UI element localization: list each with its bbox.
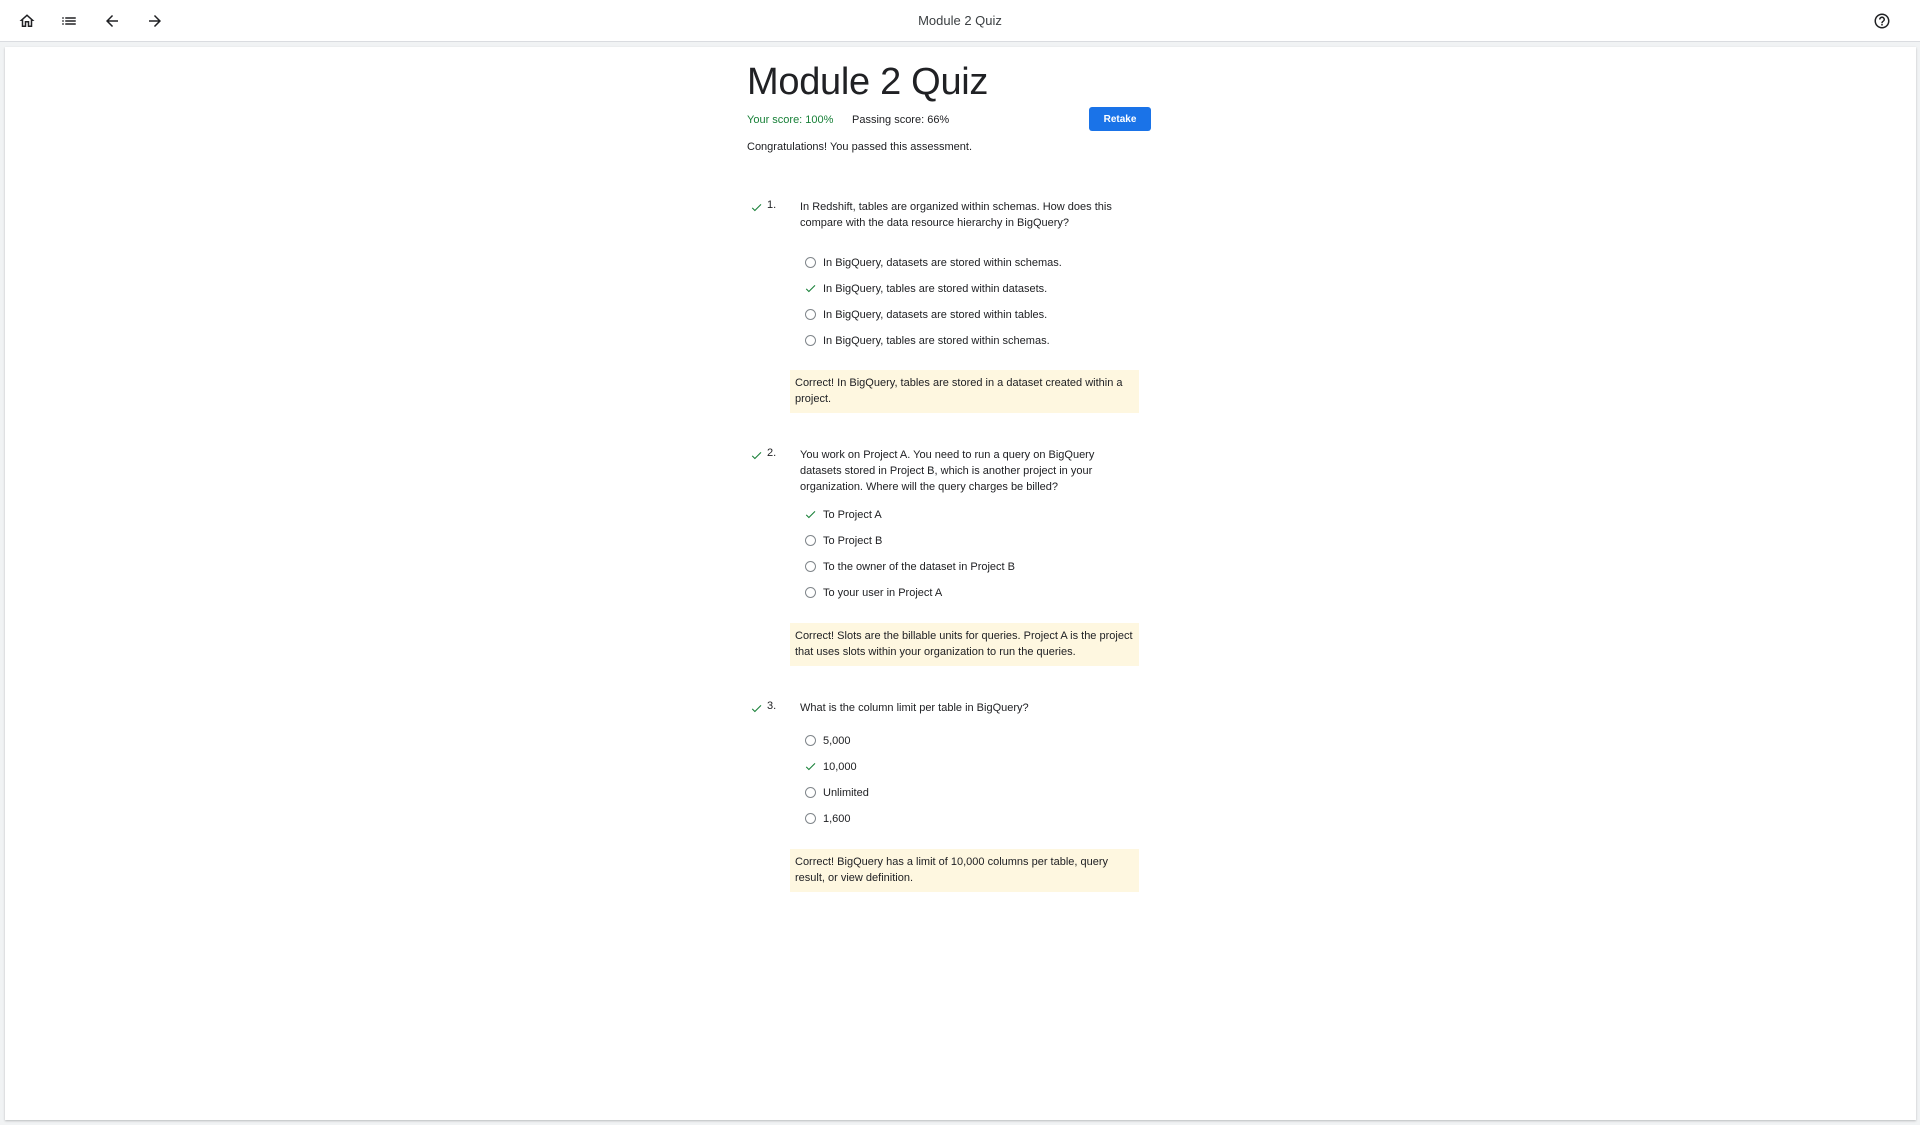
check-icon — [804, 760, 817, 773]
your-score: Your score: 100% — [747, 114, 834, 126]
radio-button[interactable] — [805, 335, 816, 346]
quiz-content: Module 2 Quiz Your score: 100% Passing s… — [5, 47, 1916, 1120]
answer-option-selected[interactable]: To Project A — [805, 508, 1145, 524]
answer-option[interactable]: 1,600 — [805, 812, 1145, 828]
radio-button[interactable] — [805, 787, 816, 798]
answer-option[interactable]: 5,000 — [805, 734, 1145, 750]
radio-button[interactable] — [805, 735, 816, 746]
option-label: To Project B — [823, 535, 883, 547]
answer-option[interactable]: In BigQuery, datasets are stored within … — [805, 308, 1145, 324]
feedback-box: Correct! BigQuery has a limit of 10,000 … — [790, 849, 1139, 892]
answer-option[interactable]: To Project B — [805, 534, 1145, 550]
answer-option[interactable]: In BigQuery, tables are stored within sc… — [805, 334, 1145, 350]
feedback-box: Correct! Slots are the billable units fo… — [790, 623, 1139, 666]
option-label: In BigQuery, tables are stored within da… — [823, 283, 1048, 295]
option-label: In BigQuery, datasets are stored within … — [823, 257, 1062, 269]
answer-option[interactable]: To the owner of the dataset in Project B — [805, 560, 1145, 576]
check-icon — [804, 282, 817, 295]
question-text: In Redshift, tables are organized within… — [800, 201, 1112, 229]
radio-button[interactable] — [805, 587, 816, 598]
question-text: What is the column limit per table in Bi… — [800, 702, 1029, 714]
passing-score: Passing score: 66% — [852, 114, 950, 126]
answer-option[interactable]: To your user in Project A — [805, 586, 1145, 602]
page-title: Module 2 Quiz — [918, 13, 1002, 28]
feedback-box: Correct! In BigQuery, tables are stored … — [790, 370, 1139, 413]
top-bar: Module 2 Quiz — [0, 0, 1920, 42]
quiz-title: Module 2 Quiz — [747, 61, 989, 103]
question-number: 2. — [767, 447, 777, 459]
radio-button[interactable] — [805, 309, 816, 320]
option-label: In BigQuery, datasets are stored within … — [823, 309, 1048, 321]
correct-check-icon — [750, 702, 763, 715]
option-label: In BigQuery, tables are stored within sc… — [823, 335, 1050, 347]
check-icon — [804, 508, 817, 521]
correct-check-icon — [750, 201, 763, 214]
radio-button[interactable] — [805, 535, 816, 546]
radio-button[interactable] — [805, 257, 816, 268]
option-label: To your user in Project A — [823, 587, 943, 599]
question-number: 1. — [767, 199, 777, 211]
option-label: 10,000 — [823, 761, 857, 773]
question-text: You work on Project A. You need to run a… — [800, 449, 1095, 493]
option-label: 1,600 — [823, 813, 851, 825]
help-button[interactable] — [1870, 9, 1894, 33]
answer-option[interactable]: In BigQuery, datasets are stored within … — [805, 256, 1145, 272]
radio-button[interactable] — [805, 813, 816, 824]
congrats-message: Congratulations! You passed this assessm… — [747, 141, 973, 153]
radio-button[interactable] — [805, 561, 816, 572]
question-number: 3. — [767, 700, 777, 712]
option-label: 5,000 — [823, 735, 851, 747]
option-label: Unlimited — [823, 787, 869, 799]
option-label: To the owner of the dataset in Project B — [823, 561, 1016, 573]
help-icon — [1874, 13, 1890, 29]
answer-option[interactable]: Unlimited — [805, 786, 1145, 802]
option-label: To Project A — [823, 509, 882, 521]
answer-option-selected[interactable]: 10,000 — [805, 760, 1145, 776]
retake-button[interactable]: Retake — [1089, 107, 1151, 131]
correct-check-icon — [750, 449, 763, 462]
answer-option-selected[interactable]: In BigQuery, tables are stored within da… — [805, 282, 1145, 298]
